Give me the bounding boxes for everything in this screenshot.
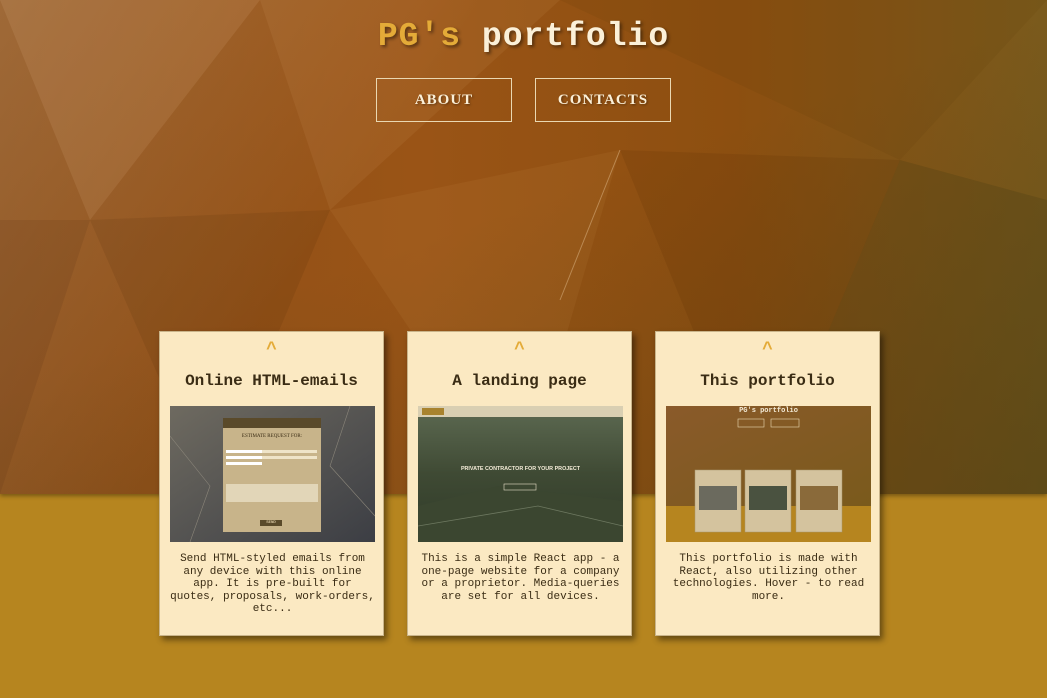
thumb-heading: ESTIMATE REQUEST FOR:: [241, 434, 303, 439]
card-title: A landing page: [452, 372, 587, 390]
page-title: PG's portfolio: [0, 18, 1047, 55]
card-description: This portfolio is made with React, also …: [672, 553, 865, 603]
card-title: Online HTML-emails: [185, 372, 358, 390]
contacts-button[interactable]: CONTACTS: [535, 78, 671, 122]
card-title: This portfolio: [700, 372, 835, 390]
card-thumbnail: ESTIMATE REQUEST FOR: SEND: [170, 406, 375, 542]
chevron-up-icon[interactable]: ^: [408, 340, 631, 360]
project-card-landing-page[interactable]: ^ A landing page PRIVATE CONTRACTOR FOR …: [407, 331, 632, 636]
chevron-up-icon[interactable]: ^: [656, 340, 879, 360]
card-thumbnail: PRIVATE CONTRACTOR FOR YOUR PROJECT: [418, 406, 623, 542]
card-description: This is a simple React app - a one-page …: [421, 553, 620, 603]
thumb-heading: PRIVATE CONTRACTOR FOR YOUR PROJECT: [460, 466, 581, 472]
card-thumbnail: PG's portfolio: [666, 406, 871, 542]
title-suffix: portfolio: [481, 18, 670, 55]
project-card-portfolio[interactable]: ^ This portfolio PG's portfolio This por…: [655, 331, 880, 636]
card-description: Send HTML-styled emails from any device …: [170, 553, 375, 616]
about-button[interactable]: ABOUT: [376, 78, 512, 122]
thumb-heading: PG's portfolio: [739, 407, 798, 415]
project-card-html-emails[interactable]: ^ Online HTML-emails ESTIMATE REQUEST FO…: [159, 331, 384, 636]
chevron-up-icon[interactable]: ^: [160, 340, 383, 360]
thumb-send-label: SEND: [266, 521, 276, 525]
title-prefix: PG's: [377, 18, 462, 55]
